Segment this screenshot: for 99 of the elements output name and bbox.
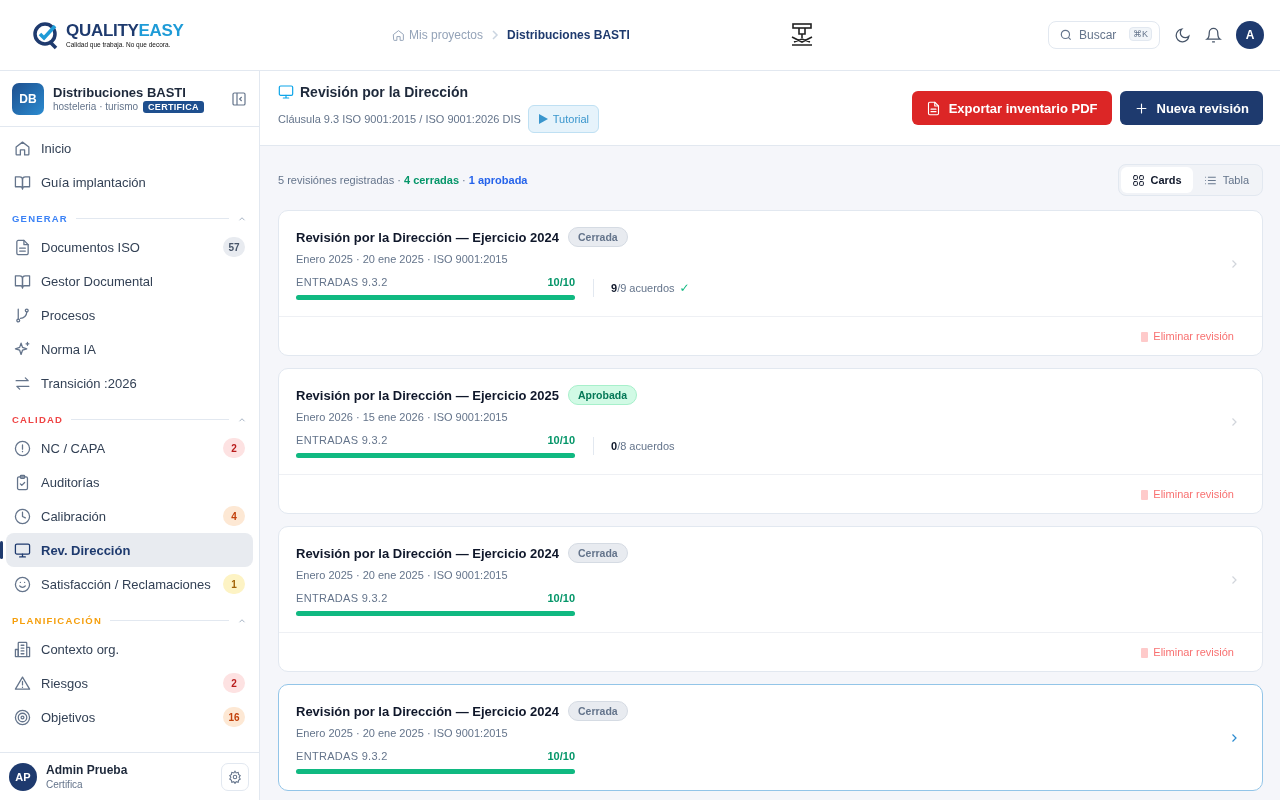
play-icon (537, 113, 548, 124)
export-button[interactable]: Exportar inventario PDF (911, 91, 1112, 125)
plus-icon (1133, 100, 1149, 116)
review-meta: Enero 2026 · 15 ene 2026 · ISO 9001:2015 (296, 411, 509, 423)
inputs-label: ENTRADAS 9.3.2 (296, 750, 388, 762)
grid-icon (1131, 173, 1145, 187)
nav-item[interactable]: Riesgos 2 (6, 666, 253, 700)
user-avatar[interactable]: A (1236, 21, 1264, 49)
nav-item[interactable]: Procesos (6, 298, 253, 332)
machine-icon (789, 23, 815, 47)
notifications-icon[interactable] (1205, 26, 1222, 44)
count-badge: 2 (223, 438, 245, 458)
view-tab[interactable]: Cards (1120, 167, 1193, 193)
inputs-count: 10/10 (547, 592, 575, 604)
inputs-label: ENTRADAS 9.3.2 (296, 592, 388, 604)
new-button[interactable]: Nueva revisión (1119, 91, 1263, 125)
status-badge: Cerrada (568, 227, 628, 247)
monitor-icon (14, 541, 31, 559)
inputs-label: ENTRADAS 9.3.2 (296, 276, 388, 288)
nav-item[interactable]: Gestor Documental (6, 264, 253, 298)
home-icon (392, 28, 405, 42)
review-meta: Enero 2025 · 20 ene 2025 · ISO 9001:2015 (296, 569, 509, 581)
nav-item[interactable]: Guía implantación (6, 165, 253, 199)
shortcut-hint: ⌘K (1129, 27, 1152, 41)
view-tab[interactable]: Tabla (1192, 167, 1260, 193)
document-icon (14, 238, 31, 256)
target-icon (14, 708, 31, 726)
status-badge: Aprobada (568, 385, 637, 405)
project-avatar: DB (12, 82, 44, 115)
section-title: PLANIFICACIÓN (12, 615, 102, 626)
trash-icon (1140, 646, 1150, 658)
moon-icon[interactable] (1174, 26, 1191, 44)
settings-icon[interactable] (221, 762, 249, 791)
count-badge: 1 (223, 574, 245, 594)
review-card[interactable]: Revisión por la Dirección — Ejercicio 2024 Cerrada Enero 2025 · 20 ene 2025 · ISO 9001:2015 ENTRADAS 9.3.2 10/10 Eliminar revisión (278, 526, 1263, 672)
status-badge: Cerrada (568, 543, 628, 563)
agreements-count: 9/9 acuerdos (611, 282, 675, 294)
user-role: Certifica (46, 779, 84, 790)
document-icon (925, 100, 941, 116)
nav-item[interactable]: Objetivos 16 (6, 700, 253, 734)
warning-icon (14, 674, 31, 692)
project-name: Distribuciones BASTI (53, 84, 187, 100)
count-badge: 57 (223, 237, 245, 257)
clipboard-icon (14, 473, 31, 491)
count-badge: 2 (223, 673, 245, 693)
user-avatar: AP (9, 762, 37, 791)
nav-item[interactable]: NC / CAPA 2 (6, 431, 253, 465)
inputs-count: 10/10 (547, 750, 575, 762)
review-card[interactable]: Revisión por la Dirección — Ejercicio 2025 Aprobada Enero 2026 · 15 ene 2026 · ISO 9001:2015 ENTRADAS 9.3.2 10/10 0/8 acuerdos Eliminar revisión (278, 368, 1263, 514)
nav-item[interactable]: Contexto org. (6, 632, 253, 666)
plan-tag: CERTIFICA (143, 100, 204, 113)
clock-icon (14, 507, 31, 525)
review-title: Revisión por la Dirección — Ejercicio 2025 (296, 387, 559, 403)
nav-item[interactable]: Auditorías (6, 465, 253, 499)
trash-icon (1140, 330, 1150, 342)
page-title: Revisión por la Dirección (300, 83, 469, 100)
nav-item[interactable]: Documentos ISO 57 (6, 230, 253, 264)
logo-wordmark: QUALITYEASY (66, 22, 184, 39)
inputs-count: 10/10 (547, 276, 575, 288)
nav-item[interactable]: Calibración 4 (6, 499, 253, 533)
nav-item[interactable]: Transición :2026 (6, 366, 253, 400)
review-meta: Enero 2025 · 20 ene 2025 · ISO 9001:2015 (296, 253, 509, 265)
project-sector: hosteleria · turismo (53, 101, 139, 112)
branch-icon (14, 306, 31, 324)
review-title: Revisión por la Dirección — Ejercicio 2024 (296, 703, 559, 719)
smile-icon (14, 575, 31, 593)
check-icon: ✓ (679, 281, 690, 295)
inputs-label: ENTRADAS 9.3.2 (296, 434, 388, 446)
clause-text: Cláusula 9.3 ISO 9001:2015 / ISO 9001:2026 DIS (278, 112, 521, 125)
count-badge: 16 (223, 707, 245, 727)
building-icon (14, 640, 31, 658)
inputs-count: 10/10 (547, 434, 575, 446)
monitor-icon (278, 83, 294, 100)
search-icon (1059, 28, 1073, 42)
review-card[interactable]: Revisión por la Dirección — Ejercicio 2024 Cerrada Enero 2025 · 20 ene 2025 · ISO 9001:2015 ENTRADAS 9.3.2 10/10 9/9 acuerdos ✓ Eliminar revisión (278, 210, 1263, 356)
home-icon (14, 139, 31, 157)
alert-icon (14, 439, 31, 457)
summary-text: 5 revisiónes registradas · 4 cerradas · 1 aprobada (278, 174, 528, 186)
book-icon (14, 173, 31, 191)
review-meta: Enero 2025 · 20 ene 2025 · ISO 9001:2015 (296, 727, 509, 739)
chevron-icon (491, 30, 500, 40)
nav-item[interactable]: Satisfacción / Reclamaciones 1 (6, 567, 253, 601)
book-icon (14, 272, 31, 290)
review-card[interactable]: Revisión por la Dirección — Ejercicio 2024 Cerrada Enero 2025 · 20 ene 2025 · ISO 9001:2015 ENTRADAS 9.3.2 10/10 (278, 684, 1263, 791)
review-title: Revisión por la Dirección — Ejercicio 2024 (296, 229, 559, 245)
sparkle-icon (14, 340, 31, 358)
status-badge: Cerrada (568, 701, 628, 721)
section-title: CALIDAD (12, 414, 64, 425)
user-name: Admin Prueba (46, 763, 128, 777)
agreements-count: 0/8 acuerdos (611, 440, 675, 452)
count-badge: 4 (223, 506, 245, 526)
collapse-sidebar-icon[interactable] (231, 90, 247, 107)
section-title: GENERAR (12, 213, 68, 224)
review-title: Revisión por la Dirección — Ejercicio 2024 (296, 545, 559, 561)
trash-icon (1140, 488, 1150, 500)
nav-item[interactable]: Norma IA (6, 332, 253, 366)
swap-icon (14, 374, 31, 392)
nav-item[interactable]: Inicio (6, 131, 253, 165)
breadcrumb-item[interactable]: Distribuciones BASTI (507, 28, 630, 42)
